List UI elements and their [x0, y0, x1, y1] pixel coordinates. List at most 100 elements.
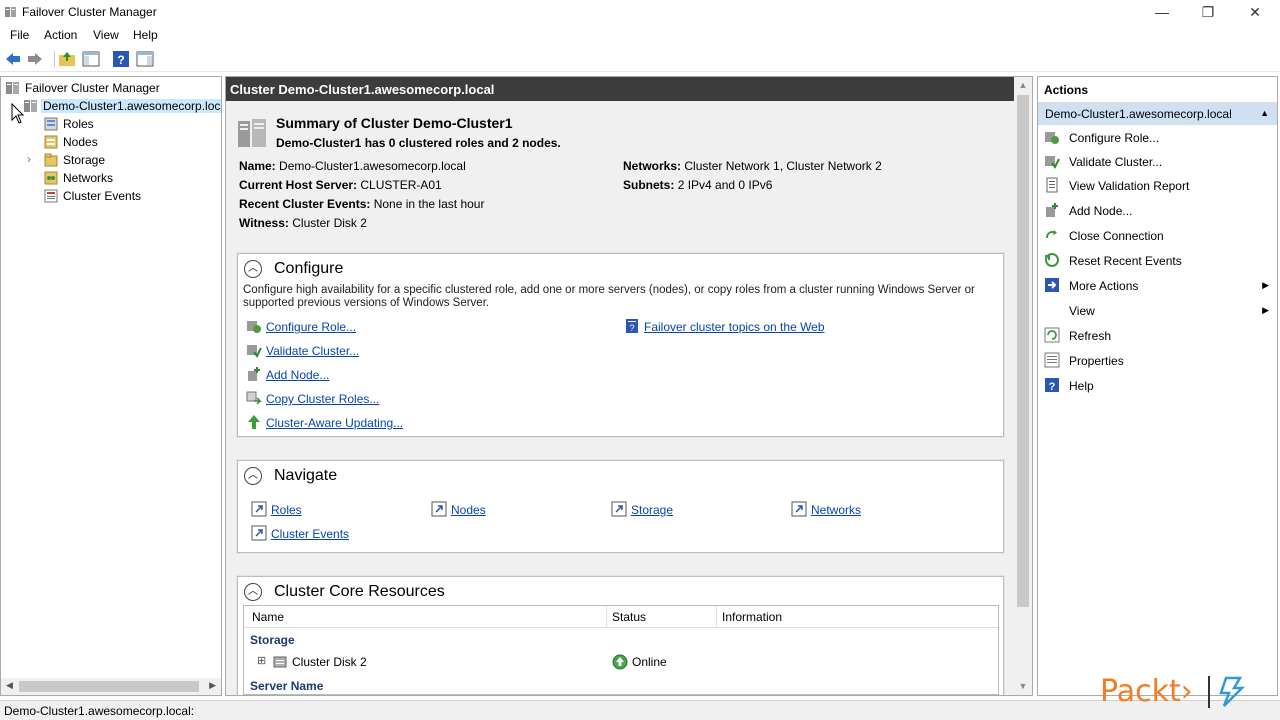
expand-row-icon[interactable]: ⊞ — [257, 654, 266, 667]
menu-view[interactable]: View — [93, 28, 119, 42]
restore-button[interactable]: ❐ — [1185, 0, 1231, 24]
storage-icon — [44, 153, 58, 167]
action-label: Configure Role... — [1069, 131, 1160, 145]
panel-title: Navigate — [274, 467, 338, 484]
link-text[interactable]: Storage — [631, 503, 673, 517]
collapse-icon[interactable]: ︿ — [244, 260, 262, 278]
action-label: Close Connection — [1069, 229, 1164, 243]
scroll-down-icon[interactable]: ▼ — [1014, 681, 1032, 691]
action-reset-recent-events[interactable]: Reset Recent Events — [1038, 250, 1277, 272]
navigate-panel: ︿ Navigate Roles Nodes Storage Networks … — [237, 460, 1004, 553]
networks-icon — [44, 171, 58, 185]
link-text[interactable]: Configure Role... — [266, 320, 356, 334]
link-text[interactable]: Add Node... — [266, 368, 329, 382]
link-text[interactable]: Networks — [811, 503, 861, 517]
lightning-bolt-icon — [1219, 676, 1246, 707]
mouse-cursor-icon — [11, 103, 25, 124]
menu-help[interactable]: Help — [133, 28, 158, 42]
table-row[interactable]: ⊞ Cluster Disk 2 Online — [244, 652, 998, 672]
actions-title: Actions — [1038, 77, 1277, 103]
shortcut-arrow-icon — [251, 501, 267, 517]
minimize-button[interactable]: — — [1139, 0, 1185, 24]
show-hide-console-tree-icon[interactable] — [82, 50, 100, 68]
web-help-icon: ? — [626, 319, 638, 333]
forward-arrow-icon[interactable] — [26, 50, 44, 68]
show-hide-action-pane-icon[interactable] — [136, 50, 154, 68]
cluster-disk-icon — [273, 656, 287, 668]
nodes-icon — [44, 135, 58, 149]
action-properties[interactable]: Properties — [1038, 350, 1277, 372]
back-arrow-icon[interactable] — [4, 50, 22, 68]
link-text[interactable]: Validate Cluster... — [266, 344, 359, 358]
close-button[interactable]: ✕ — [1232, 0, 1278, 24]
field-witness: Witness: Cluster Disk 2 — [239, 216, 367, 230]
menu-action[interactable]: Action — [44, 28, 77, 42]
link-text[interactable]: Roles — [271, 503, 302, 517]
column-divider[interactable] — [716, 606, 717, 628]
expand-arrow-icon[interactable]: › — [27, 152, 31, 166]
action-help[interactable]: ? Help — [1038, 375, 1277, 397]
scroll-right-icon[interactable]: ▶ — [209, 680, 216, 691]
roles-icon — [44, 117, 58, 131]
action-configure-role[interactable]: Configure Role... — [1038, 127, 1277, 149]
action-refresh[interactable]: Refresh — [1038, 325, 1277, 347]
field-label: Networks: — [623, 159, 682, 173]
tree-item-storage[interactable]: › Storage — [27, 151, 147, 169]
tree-item-demo-cluster[interactable]: Demo-Cluster1.awesomecorp.loca — [23, 97, 221, 115]
up-folder-icon[interactable] — [58, 50, 76, 68]
group-server-name: Server Name — [250, 679, 324, 693]
panel-title: Cluster Core Resources — [274, 583, 445, 600]
actions-section-header[interactable]: Demo-Cluster1.awesomecorp.local ▲ — [1038, 103, 1277, 125]
status-text: Demo-Cluster1.awesomecorp.local: — [4, 704, 195, 718]
collapse-icon[interactable]: ︿ — [244, 467, 262, 485]
tree-label: Nodes — [63, 135, 98, 149]
toolbar: ? — [0, 46, 1280, 72]
tree-horizontal-scrollbar[interactable]: ◀ ▶ — [1, 678, 221, 695]
column-header-information[interactable]: Information — [722, 610, 782, 624]
action-view[interactable]: View ▶ — [1038, 300, 1277, 322]
scroll-up-icon[interactable]: ▲ — [1014, 80, 1032, 90]
action-more-actions[interactable]: More Actions ▶ — [1038, 275, 1277, 297]
configure-panel: ︿ Configure Configure high availability … — [237, 253, 1004, 437]
add-node-icon — [1046, 203, 1058, 217]
action-close-connection[interactable]: Close Connection — [1038, 225, 1277, 247]
scroll-thumb[interactable] — [19, 681, 199, 692]
help-icon[interactable]: ? — [112, 50, 130, 68]
menu-file[interactable]: File — [10, 28, 29, 42]
action-validate-cluster[interactable]: Validate Cluster... — [1038, 151, 1277, 173]
cluster-icon — [24, 100, 37, 112]
scroll-left-icon[interactable]: ◀ — [6, 680, 13, 691]
column-divider[interactable] — [606, 606, 607, 628]
actions-section-label: Demo-Cluster1.awesomecorp.local — [1045, 107, 1232, 121]
collapse-section-icon[interactable]: ▲ — [1260, 108, 1269, 118]
action-view-validation-report[interactable]: View Validation Report — [1038, 175, 1277, 197]
summary-subtitle: Demo-Cluster1 has 0 clustered roles and … — [276, 136, 561, 150]
logo-divider — [1208, 676, 1210, 708]
link-text[interactable]: Copy Cluster Roles... — [266, 392, 379, 406]
link-text[interactable]: Failover cluster topics on the Web — [644, 320, 825, 334]
copy-roles-icon — [246, 391, 262, 405]
link-text[interactable]: Nodes — [451, 503, 486, 517]
submenu-arrow-icon: ▶ — [1262, 280, 1269, 290]
configure-role-icon — [1045, 132, 1059, 144]
column-header-status[interactable]: Status — [612, 610, 646, 624]
center-vertical-scrollbar[interactable]: ▲ ▼ — [1014, 77, 1032, 695]
action-add-node[interactable]: Add Node... — [1038, 200, 1277, 222]
link-text[interactable]: Cluster Events — [271, 527, 349, 541]
summary-title: Summary of Cluster Demo-Cluster1 — [276, 115, 513, 131]
action-label: Properties — [1069, 354, 1124, 368]
link-text[interactable]: Cluster-Aware Updating... — [266, 416, 403, 430]
column-header-name[interactable]: Name — [252, 610, 284, 624]
disk-status: Online — [632, 655, 667, 669]
tree-label: Failover Cluster Manager — [25, 81, 160, 95]
field-value: Cluster Network 1, Cluster Network 2 — [684, 159, 882, 173]
field-host-server: Current Host Server: CLUSTER-A01 — [239, 178, 442, 192]
collapse-icon[interactable]: ︿ — [244, 583, 262, 601]
title-bar: Failover Cluster Manager — ❐ ✕ — [0, 0, 1280, 24]
cluster-app-icon — [5, 7, 16, 17]
action-label: Add Node... — [1069, 204, 1133, 218]
field-value: CLUSTER-A01 — [360, 178, 442, 192]
toolbar-separator — [54, 51, 55, 67]
scroll-thumb[interactable] — [1017, 95, 1029, 607]
tree-label: Storage — [63, 153, 106, 167]
